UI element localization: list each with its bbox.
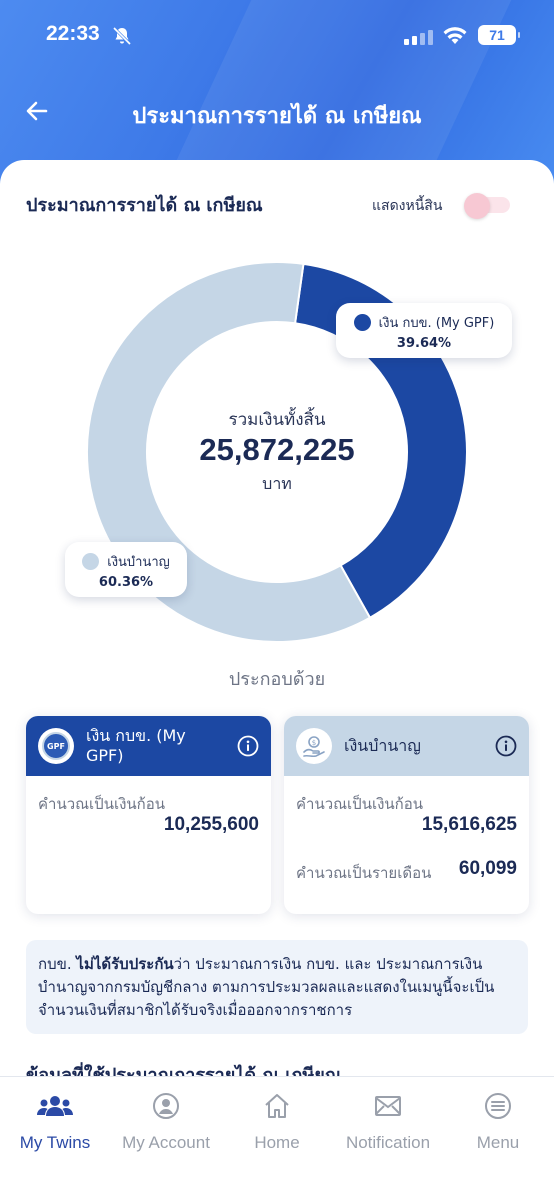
pension-card-title: เงินบำนาญ [344, 736, 421, 755]
tab-notification[interactable]: Notification [333, 1091, 443, 1153]
people-icon [0, 1091, 110, 1121]
pension-card-header: $ เงินบำนาญ [284, 716, 529, 776]
gpf-lump-label: คำนวณเป็นเงินก้อน [38, 795, 166, 813]
disclaimer-prefix: กบข. [38, 955, 77, 973]
pension-segment-tooltip: เงินบำนาญ 60.36% [65, 542, 187, 597]
gpf-logo-icon: GPF [38, 728, 74, 764]
next-section-title: ข้อมูลที่ใช้ประมาณการรายได้ ณ เกษียณ [26, 1065, 342, 1076]
tab-label: Home [254, 1133, 300, 1152]
disclaimer-bold: ไม่ได้รับประกัน [76, 955, 174, 973]
show-debt-label: แสดงหนี้สิน [372, 198, 443, 214]
svg-text:$: $ [312, 739, 316, 747]
gpf-segment-name: เงิน กบข. (My GPF) [378, 316, 495, 331]
tab-label: Menu [476, 1133, 520, 1152]
total-label: รวมเงินทั้งสิ้น [228, 410, 326, 430]
bell-muted-icon [112, 26, 132, 50]
tab-my-account[interactable]: My Account [111, 1091, 221, 1153]
menu-icon [443, 1091, 553, 1121]
consist-label: ประกอบด้วย [228, 669, 326, 690]
bottom-tab-bar: My Twins My Account Home Notification Me… [0, 1076, 554, 1200]
battery-indicator: 71 [478, 25, 520, 45]
pension-card: $ เงินบำนาญ คำนวณเป็นเงินก้อน 15,616,625… [284, 716, 529, 914]
tab-label: My Account [122, 1133, 210, 1152]
pension-lump-label: คำนวณเป็นเงินก้อน [296, 795, 424, 813]
total-unit: บาท [262, 474, 292, 493]
person-icon [111, 1091, 221, 1121]
gpf-segment-tooltip: เงิน กบข. (My GPF) 39.64% [336, 303, 512, 358]
toggle-knob [464, 193, 490, 219]
total-value: 25,872,225 [199, 432, 355, 467]
info-icon[interactable] [495, 735, 517, 757]
gpf-card-header: GPF เงิน กบข. (My GPF) [26, 716, 271, 776]
gpf-segment-percent: 39.64% [396, 336, 452, 351]
gpf-legend-dot [353, 314, 371, 331]
section-title: ประมาณการรายได้ ณ เกษียณ [26, 195, 263, 216]
pension-segment-name: เงินบำนาญ [107, 555, 170, 570]
tab-label: My Twins [19, 1133, 91, 1152]
pension-segment-percent: 60.36% [98, 575, 154, 590]
tab-label: Notification [345, 1133, 431, 1152]
gpf-card: GPF เงิน กบข. (My GPF) คำนวณเป็นเงินก้อน… [26, 716, 271, 914]
home-icon [222, 1091, 332, 1121]
show-debt-toggle[interactable] [464, 193, 512, 219]
wifi-icon [442, 26, 468, 50]
tab-menu[interactable]: Menu [443, 1091, 553, 1153]
cell-signal-icon [404, 30, 433, 45]
pension-monthly-value: 60,099 [458, 858, 517, 879]
pension-monthly-label: คำนวณเป็นรายเดือน [296, 864, 432, 882]
info-icon[interactable] [237, 735, 259, 757]
envelope-icon [333, 1091, 443, 1121]
status-time: 22:33 [46, 22, 100, 45]
status-bar: 22:33 71 [0, 22, 554, 52]
disclaimer-notice: กบข. ไม่ได้รับประกันว่า ประมาณการเงิน กบ… [26, 940, 528, 1034]
gpf-lump-value: 10,255,600 [163, 814, 259, 835]
pension-legend-dot [82, 553, 100, 570]
tab-home[interactable]: Home [222, 1091, 332, 1153]
pension-lump-value: 15,616,625 [421, 814, 517, 835]
page-title: ประมาณการรายได้ ณ เกษียณ [132, 104, 422, 129]
tab-my-twins[interactable]: My Twins [0, 1091, 110, 1153]
hand-coin-icon: $ [296, 728, 332, 764]
gpf-card-title: เงิน กบข. (My GPF) [86, 726, 186, 765]
